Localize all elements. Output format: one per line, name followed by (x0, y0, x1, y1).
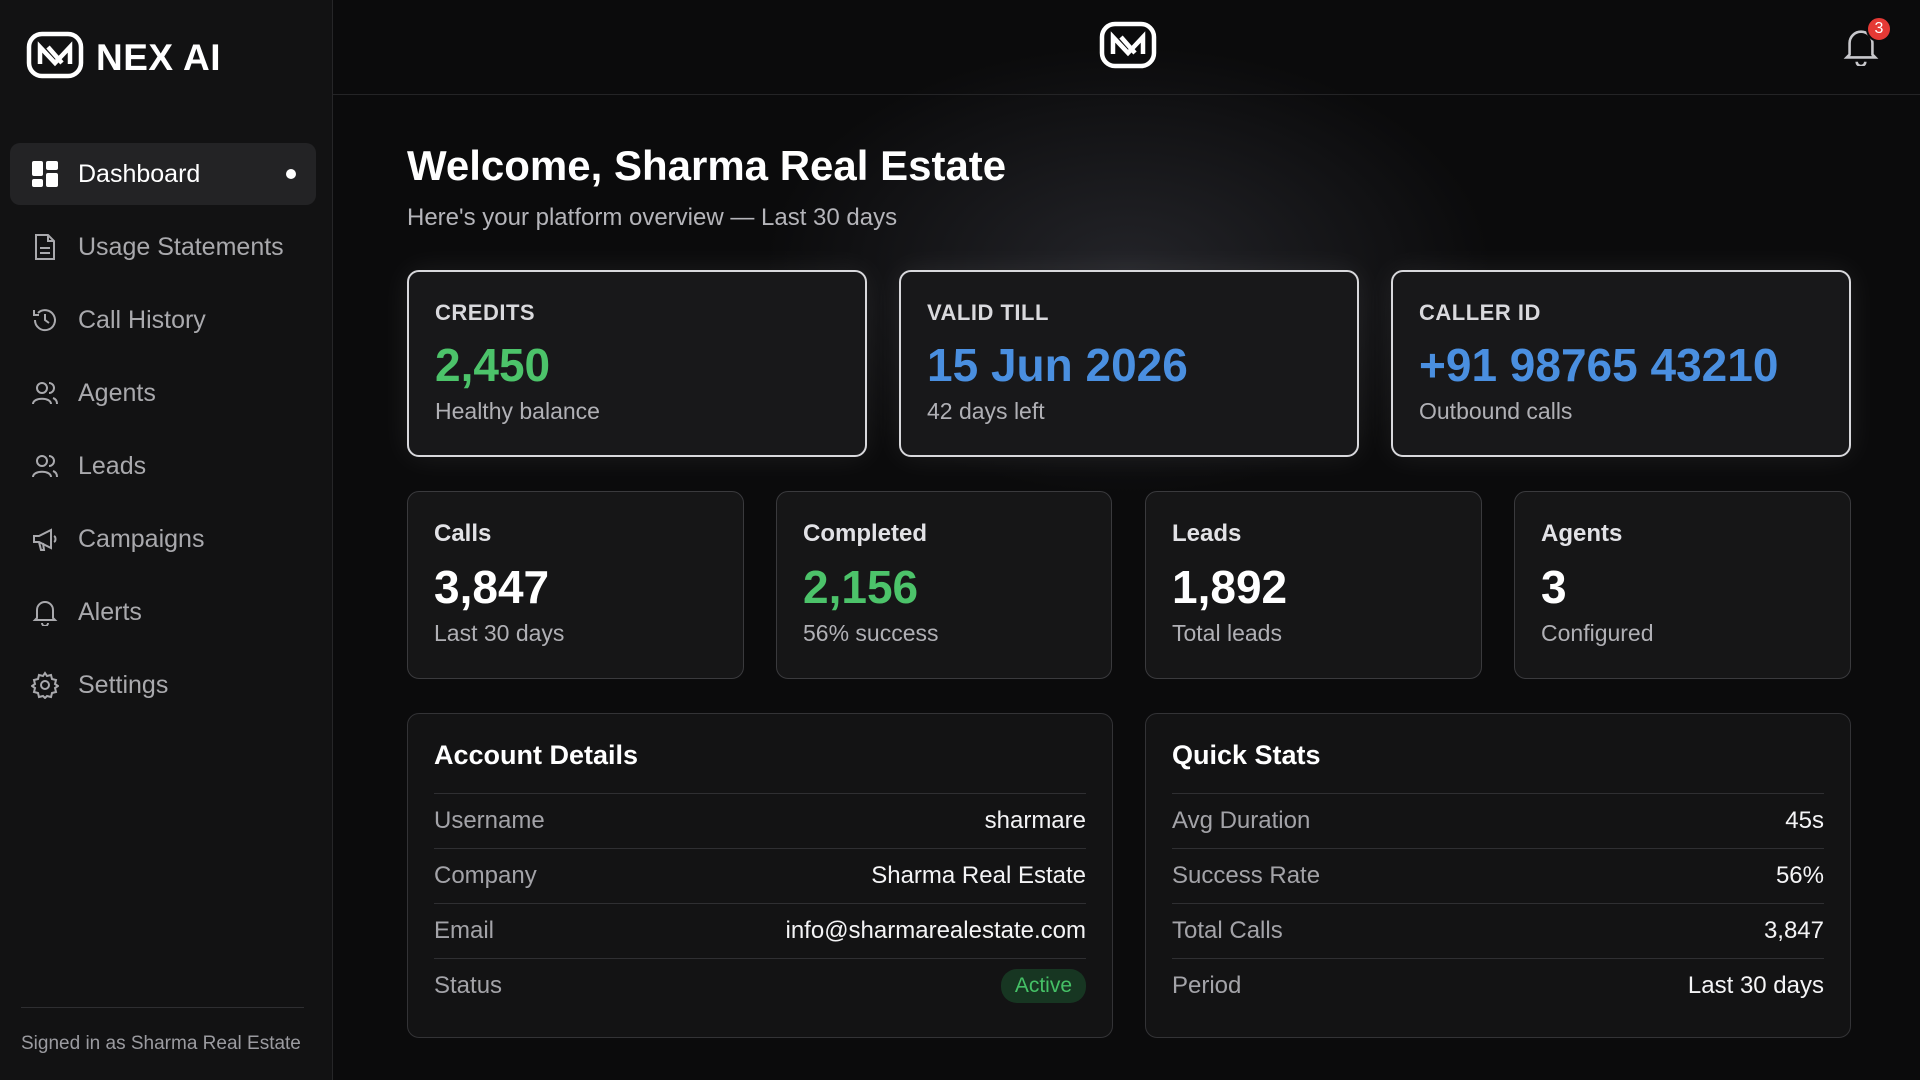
detail-row-company: Company Sharma Real Estate (434, 848, 1086, 903)
row-label: Success Rate (1172, 862, 1321, 889)
detail-row-username: Username sharmare (434, 793, 1086, 848)
row-value: 45s (1785, 807, 1824, 834)
stat-value: 3,847 (434, 561, 550, 613)
users-icon (30, 378, 60, 408)
row-value: sharmare (984, 807, 1086, 834)
sidebar-item-label: Leads (78, 451, 147, 480)
topbar: 3 (333, 0, 1920, 95)
detail-row-status: Status Active (434, 958, 1086, 1013)
sidebar: NEX AI Dashboard Usage Statements Call H… (0, 0, 333, 1080)
valid-till-value: 15 Jun 2026 (927, 339, 1188, 391)
caller-id-card: CALLER ID +91 98765 43210 Outbound calls (1391, 270, 1851, 457)
stat-label: Agents (1541, 520, 1623, 547)
quick-stats-panel: Quick Stats Avg Duration 45s Success Rat… (1145, 713, 1851, 1038)
stat-label: Calls (434, 520, 492, 547)
row-label: Status (434, 972, 503, 999)
notification-count-badge: 3 (1866, 16, 1892, 42)
row-label: Period (1172, 972, 1242, 999)
credits-card: CREDITS 2,450 Healthy balance (407, 270, 867, 457)
notifications-button[interactable]: 3 (1842, 16, 1892, 68)
sidebar-item-label: Alerts (78, 597, 142, 626)
sidebar-item-label: Usage Statements (78, 232, 284, 261)
credits-value: 2,450 (435, 339, 551, 391)
panel-title: Account Details (434, 740, 639, 770)
stat-row-period: Period Last 30 days (1172, 958, 1824, 1013)
row-label: Email (434, 917, 495, 944)
sidebar-item-campaigns[interactable]: Campaigns (10, 508, 316, 570)
stat-value: 3 (1541, 561, 1567, 613)
nex-logo-icon (1099, 20, 1157, 75)
gear-icon (30, 670, 60, 700)
card-subtext: Outbound calls (1419, 398, 1573, 424)
sidebar-item-leads[interactable]: Leads (10, 435, 316, 497)
sidebar-item-alerts[interactable]: Alerts (10, 581, 316, 643)
sidebar-item-usage-statements[interactable]: Usage Statements (10, 216, 316, 278)
stat-value: 2,156 (803, 561, 919, 613)
sidebar-item-call-history[interactable]: Call History (10, 289, 316, 351)
app-root: NEX AI Dashboard Usage Statements Call H… (0, 0, 1920, 1080)
row-label: Avg Duration (1172, 807, 1311, 834)
sidebar-item-label: Call History (78, 305, 206, 334)
signed-in-text: Signed in as Sharma Real Estate (21, 1033, 301, 1054)
calls-stat-card: Calls 3,847 Last 30 days (407, 491, 744, 679)
row-value: Sharma Real Estate (871, 862, 1086, 889)
users-icon (30, 451, 60, 481)
completed-stat-card: Completed 2,156 56% success (776, 491, 1112, 679)
history-icon (30, 305, 60, 335)
stat-subtext: Last 30 days (434, 620, 565, 646)
row-label: Username (434, 807, 545, 834)
agents-stat-card: Agents 3 Configured (1514, 491, 1851, 679)
detail-row-email: Email info@sharmarealestate.com (434, 903, 1086, 958)
sidebar-nav: Dashboard Usage Statements Call History (10, 143, 316, 727)
card-label: CALLER ID (1419, 300, 1541, 325)
stat-row-success-rate: Success Rate 56% (1172, 848, 1824, 903)
brand-name: NEX AI (96, 36, 221, 78)
status-badge: Active (1000, 969, 1086, 1003)
sidebar-item-label: Agents (78, 378, 156, 407)
card-subtext: Healthy balance (435, 398, 600, 424)
sidebar-item-settings[interactable]: Settings (10, 654, 316, 716)
row-value: 3,847 (1763, 917, 1824, 944)
account-details-panel: Account Details Username sharmare Compan… (407, 713, 1113, 1038)
caller-id-value: +91 98765 43210 (1419, 339, 1779, 391)
row-label: Total Calls (1172, 917, 1283, 944)
stat-row-total-calls: Total Calls 3,847 (1172, 903, 1824, 958)
bell-icon (30, 597, 60, 627)
bell-icon (1842, 30, 1880, 70)
megaphone-icon (30, 524, 60, 554)
panel-title: Quick Stats (1172, 740, 1321, 770)
sidebar-item-agents[interactable]: Agents (10, 362, 316, 424)
stat-subtext: 56% success (803, 620, 939, 646)
row-value: 56% (1775, 862, 1824, 889)
grid-icon (30, 159, 60, 189)
active-indicator-dot (286, 169, 296, 179)
card-subtext: 42 days left (927, 398, 1045, 424)
card-label: VALID TILL (927, 300, 1049, 325)
stat-row-avg-duration: Avg Duration 45s (1172, 793, 1824, 848)
leads-stat-card: Leads 1,892 Total leads (1145, 491, 1482, 679)
stat-subtext: Configured (1541, 620, 1654, 646)
sidebar-item-dashboard[interactable]: Dashboard (10, 143, 316, 205)
sidebar-item-label: Campaigns (78, 524, 205, 553)
valid-till-card: VALID TILL 15 Jun 2026 42 days left (899, 270, 1359, 457)
page-title: Welcome, Sharma Real Estate (407, 142, 1007, 189)
row-value: Last 30 days (1687, 972, 1824, 999)
sidebar-item-label: Settings (78, 670, 169, 699)
stat-label: Completed (803, 520, 928, 547)
brand[interactable]: NEX AI (26, 30, 221, 85)
stat-value: 1,892 (1172, 561, 1288, 613)
main-content: 3 Welcome, Sharma Real Estate Here's you… (333, 0, 1920, 1080)
document-icon (30, 232, 60, 262)
row-value: info@sharmarealestate.com (785, 917, 1087, 944)
sidebar-divider (21, 1007, 304, 1008)
nex-logo-icon (26, 30, 84, 85)
stat-subtext: Total leads (1172, 620, 1282, 646)
stat-label: Leads (1172, 520, 1242, 547)
sidebar-item-label: Dashboard (78, 159, 201, 188)
page-subtitle: Here's your platform overview — Last 30 … (407, 204, 898, 231)
row-label: Company (434, 862, 537, 889)
card-label: CREDITS (435, 300, 536, 325)
